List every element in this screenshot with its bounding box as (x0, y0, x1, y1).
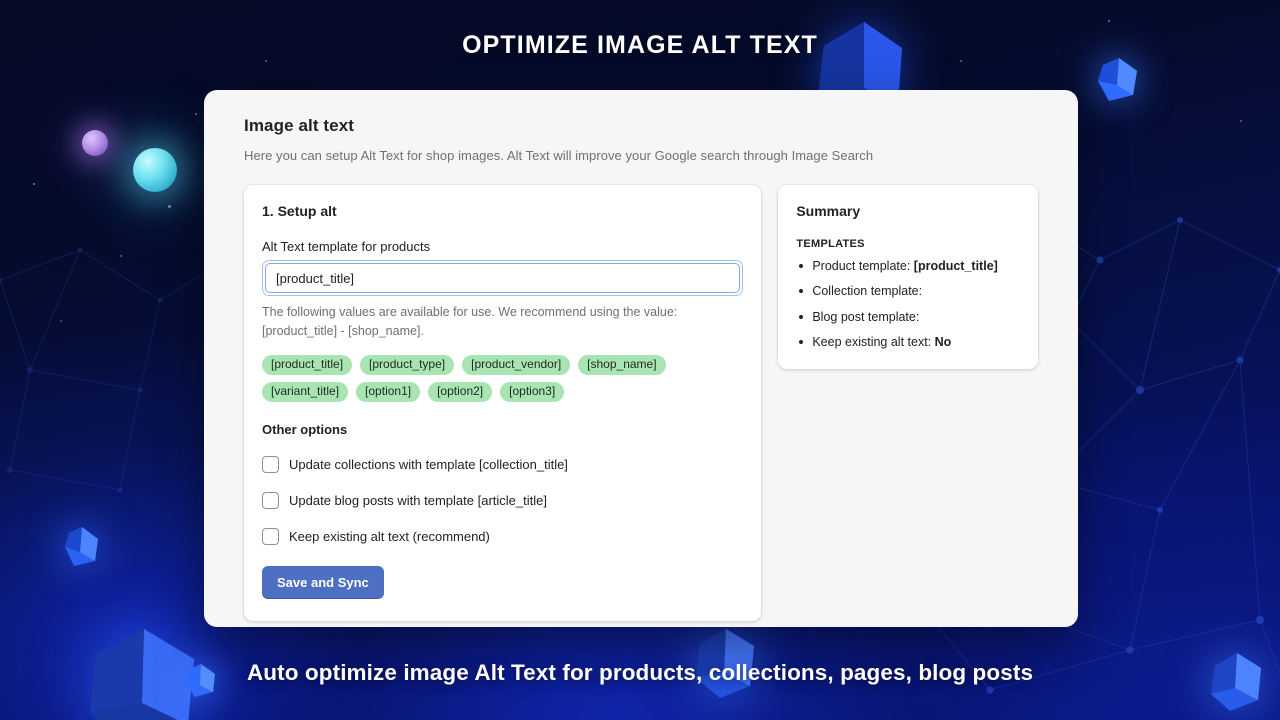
chip-product-vendor[interactable]: [product_vendor] (462, 355, 570, 375)
network-pattern-left-icon (0, 240, 220, 500)
summary-label-keep-existing-alt-text: Keep existing alt text: (812, 335, 931, 349)
summary-list: Product template: [product_title] Collec… (796, 258, 1020, 350)
checkbox-row-update-collections[interactable]: Update collections with template [collec… (262, 456, 743, 473)
checkbox-label-keep-existing-alt-text: Keep existing alt text (recommend) (289, 529, 490, 544)
summary-panel: Summary TEMPLATES Product template: [pro… (778, 185, 1038, 369)
setup-panel: 1. Setup alt Alt Text template for produ… (244, 185, 761, 621)
chip-option3[interactable]: [option3] (500, 382, 564, 402)
summary-label-product-template: Product template: (812, 259, 910, 273)
setup-column: 1. Setup alt Alt Text template for produ… (244, 185, 761, 621)
summary-value-keep-existing-alt-text: No (935, 335, 952, 349)
template-variable-chips: [product_title] [product_type] [product_… (262, 355, 732, 402)
chip-shop-name[interactable]: [shop_name] (578, 355, 665, 375)
summary-value-product-template: [product_title] (914, 259, 998, 273)
star-decor (195, 113, 197, 115)
summary-item-keep-existing-alt-text: Keep existing alt text: No (796, 334, 1020, 350)
shard-left-small-decor (62, 525, 102, 569)
checkbox-row-keep-existing-alt-text[interactable]: Keep existing alt text (recommend) (262, 528, 743, 545)
star-decor (33, 183, 35, 185)
checkbox-label-update-blog-posts: Update blog posts with template [article… (289, 493, 547, 508)
chip-product-title[interactable]: [product_title] (262, 355, 352, 375)
summary-item-product-template: Product template: [product_title] (796, 258, 1020, 274)
shard-right-top-decor (1095, 55, 1141, 105)
star-decor (120, 255, 122, 257)
alt-text-template-input-wrapper[interactable] (262, 260, 743, 296)
page-subtitle: Here you can setup Alt Text for shop ima… (244, 148, 1038, 163)
template-helper-line-1: The following values are available for u… (262, 303, 743, 322)
other-options-heading: Other options (262, 422, 743, 437)
hero-headline: OPTIMIZE IMAGE ALT TEXT (0, 31, 1280, 60)
hero-footer-tagline: Auto optimize image Alt Text for product… (0, 660, 1280, 686)
content-columns: 1. Setup alt Alt Text template for produ… (244, 185, 1038, 621)
summary-label-collection-template: Collection template: (812, 284, 922, 298)
star-decor (1108, 20, 1110, 22)
planet-cyan-decor (133, 148, 177, 192)
summary-item-collection-template: Collection template: (796, 283, 1020, 299)
setup-panel-title: 1. Setup alt (262, 203, 743, 219)
star-decor (1240, 120, 1242, 122)
chip-product-type[interactable]: [product_type] (360, 355, 454, 375)
summary-templates-kicker: TEMPLATES (796, 238, 1020, 250)
checkbox-row-update-blog-posts[interactable]: Update blog posts with template [article… (262, 492, 743, 509)
star-decor (960, 60, 962, 62)
planet-purple-decor (82, 130, 108, 156)
chip-option1[interactable]: [option1] (356, 382, 420, 402)
page-title: Image alt text (244, 116, 1038, 136)
screenshot-root: OPTIMIZE IMAGE ALT TEXT Image alt text H… (0, 0, 1280, 720)
star-decor (60, 320, 62, 322)
checkbox-label-update-collections: Update collections with template [collec… (289, 457, 568, 472)
checkbox-update-collections[interactable] (262, 456, 279, 473)
checkbox-keep-existing-alt-text[interactable] (262, 528, 279, 545)
star-decor (265, 60, 267, 62)
alt-text-template-input[interactable] (265, 263, 740, 293)
template-helper-line-2: [product_title] - [shop_name]. (262, 322, 743, 341)
app-card: Image alt text Here you can setup Alt Te… (204, 90, 1078, 627)
summary-title: Summary (796, 203, 1020, 219)
summary-item-blog-post-template: Blog post template: (796, 309, 1020, 325)
star-decor (168, 205, 171, 208)
chip-variant-title[interactable]: [variant_title] (262, 382, 348, 402)
summary-label-blog-post-template: Blog post template: (812, 310, 919, 324)
template-helper-text: The following values are available for u… (262, 303, 743, 342)
save-and-sync-button[interactable]: Save and Sync (262, 566, 384, 599)
alt-text-template-label: Alt Text template for products (262, 239, 743, 254)
chip-option2[interactable]: [option2] (428, 382, 492, 402)
checkbox-update-blog-posts[interactable] (262, 492, 279, 509)
summary-column: Summary TEMPLATES Product template: [pro… (778, 185, 1038, 621)
